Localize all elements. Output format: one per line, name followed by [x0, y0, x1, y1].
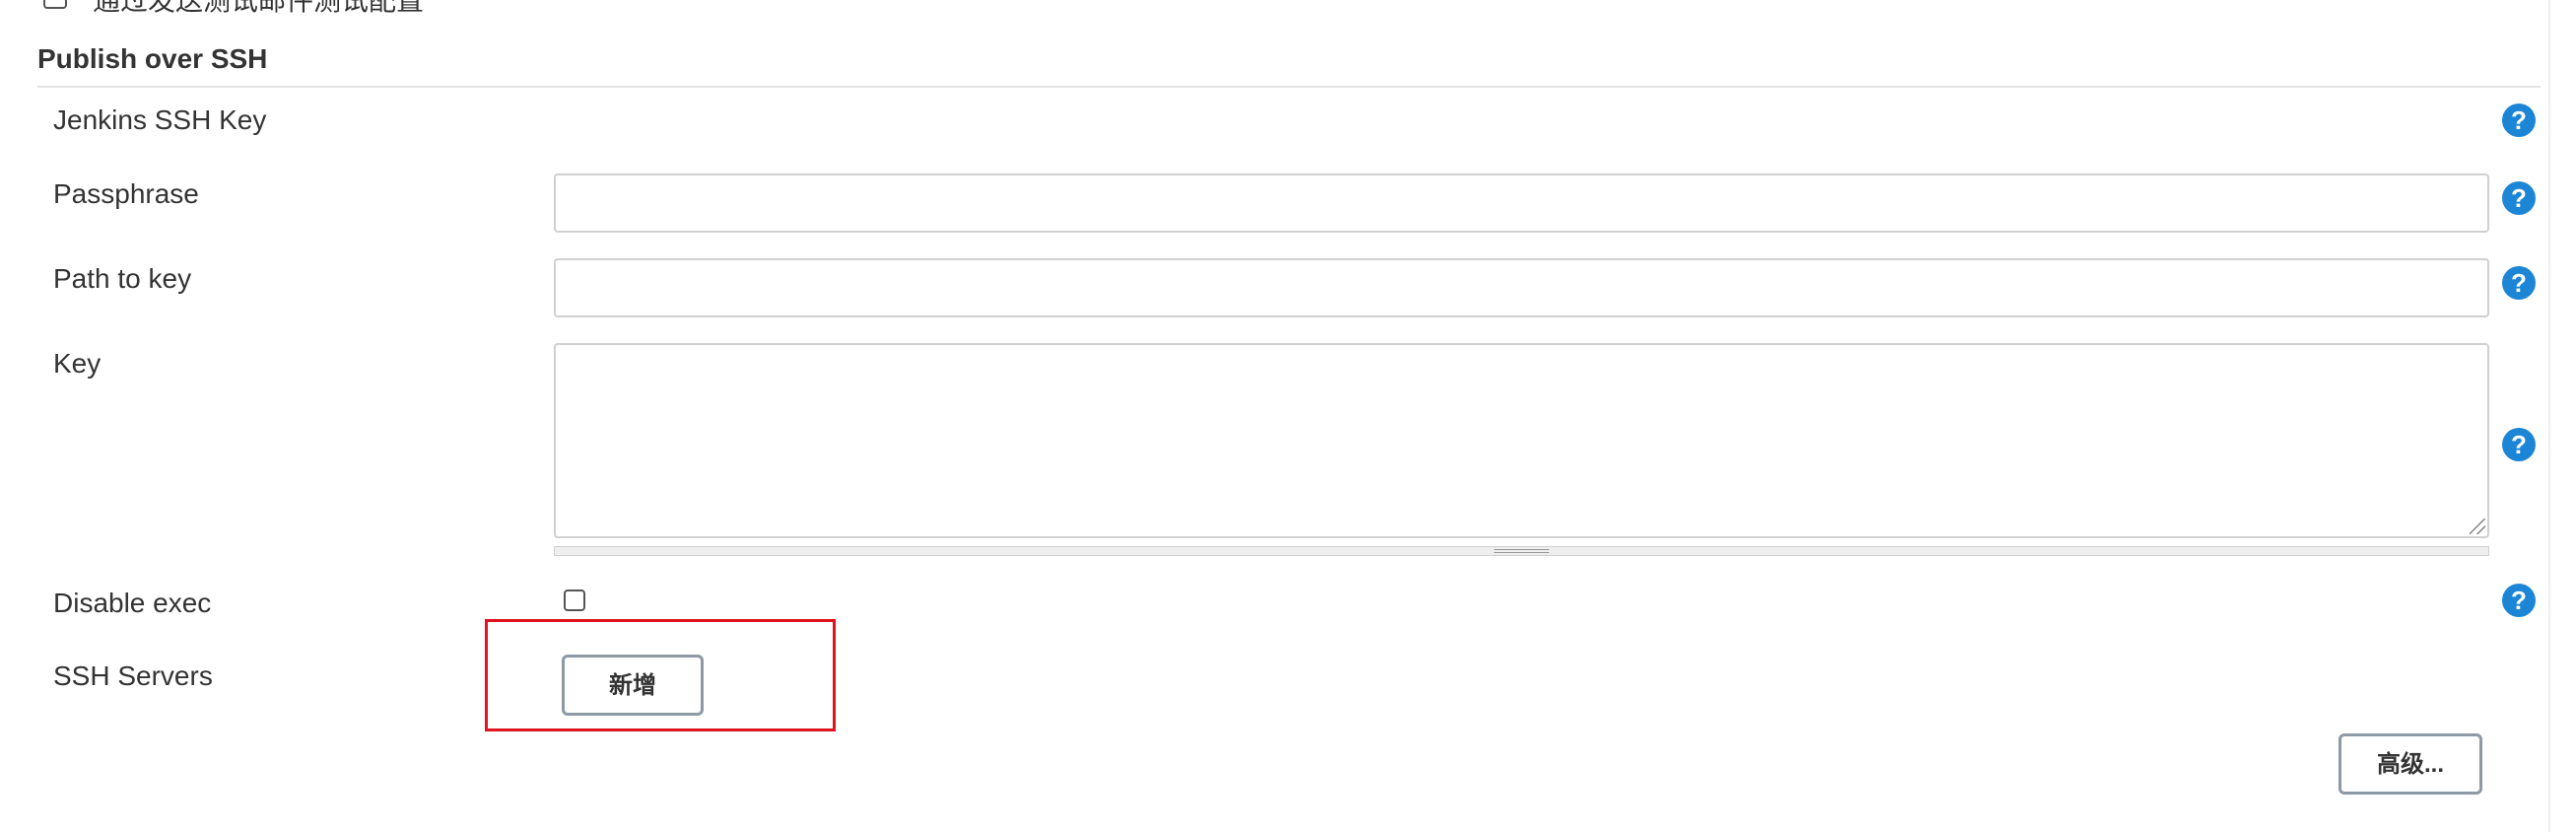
key-help-icon[interactable]: ?	[2502, 428, 2536, 461]
path-to-key-input[interactable]	[554, 258, 2489, 317]
passphrase-input[interactable]	[554, 173, 2489, 233]
section-title: Publish over SSH	[37, 43, 268, 74]
test-email-config-label: 通过发送测试邮件测试配置	[93, 0, 425, 16]
passphrase-help-icon[interactable]: ?	[2502, 181, 2536, 215]
key-label: Key	[53, 348, 102, 379]
test-email-config-row: 通过发送测试邮件测试配置	[43, 0, 424, 16]
add-ssh-server-button[interactable]: 新增	[562, 655, 704, 716]
disable-exec-label: Disable exec	[53, 588, 212, 618]
section-divider	[37, 86, 2541, 88]
ssh-servers-label: SSH Servers	[53, 660, 213, 691]
passphrase-label: Passphrase	[53, 178, 199, 209]
jenkins-ssh-key-label: Jenkins SSH Key	[53, 104, 267, 135]
path-to-key-help-icon[interactable]: ?	[2502, 266, 2536, 300]
path-to-key-label: Path to key	[53, 263, 192, 294]
publish-over-ssh-config: 通过发送测试邮件测试配置 Publish over SSH Jenkins SS…	[0, 0, 2576, 832]
section-right-border	[2548, 0, 2550, 832]
disable-exec-checkbox[interactable]	[564, 589, 585, 611]
textarea-resize-corner-icon[interactable]	[2470, 519, 2485, 534]
advanced-button[interactable]: 高级...	[2339, 733, 2482, 795]
resize-grip-icon	[1494, 549, 1549, 553]
disable-exec-help-icon[interactable]: ?	[2502, 584, 2536, 617]
test-email-config-checkbox[interactable]	[43, 0, 67, 9]
key-textarea[interactable]	[554, 343, 2489, 538]
jenkins-ssh-key-help-icon[interactable]: ?	[2502, 104, 2536, 137]
